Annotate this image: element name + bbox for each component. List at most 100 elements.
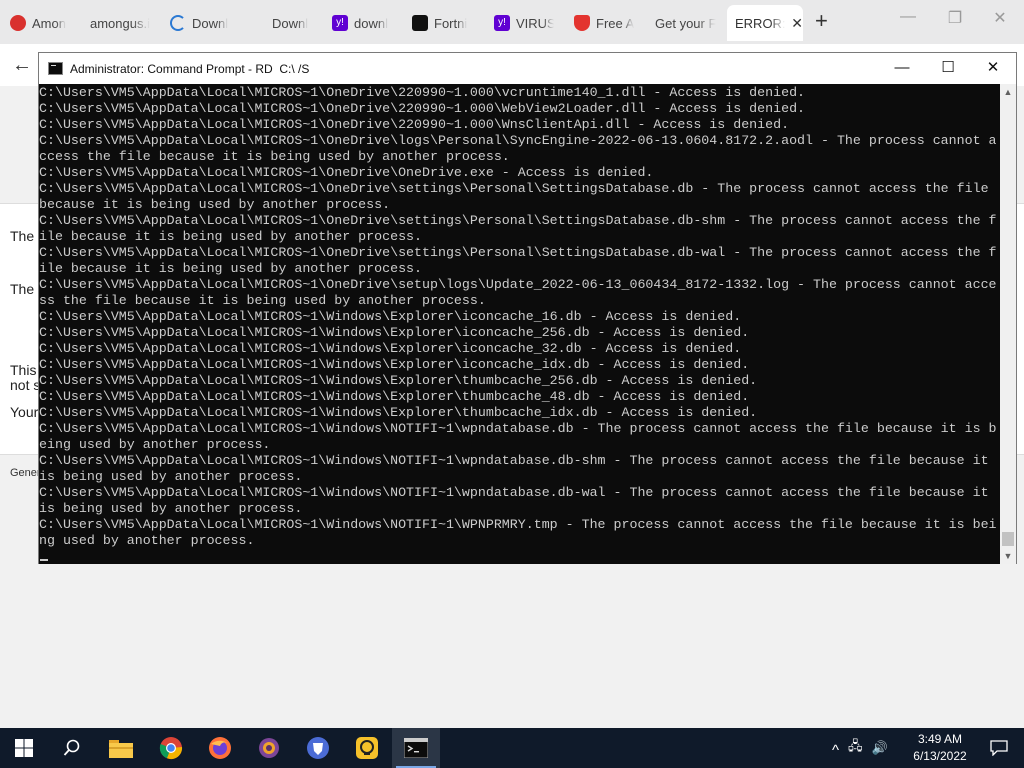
- console-line: C:\Users\VM5\AppData\Local\MICROS~1\Wind…: [39, 485, 989, 500]
- console-line: ile because it is being used by another …: [39, 229, 423, 244]
- volume-icon[interactable]: 🔊: [872, 740, 888, 756]
- taskbar-remote-app[interactable]: [343, 728, 391, 768]
- console-line: C:\Users\VM5\AppData\Local\MICROS~1\Wind…: [39, 309, 742, 324]
- taskbar: ^ 🖧 🔊 3:49 AM 6/13/2022: [0, 728, 1024, 768]
- browser-tab[interactable]: y! downl: [332, 5, 394, 41]
- scroll-up-icon[interactable]: ▲: [1000, 84, 1016, 100]
- console-line: C:\Users\VM5\AppData\Local\MICROS~1\OneD…: [39, 101, 806, 116]
- show-hidden-icons-chevron-icon[interactable]: ^: [832, 742, 839, 759]
- taskbar-tor[interactable]: [245, 728, 293, 768]
- console-line: ss the file because it is being used by …: [39, 293, 486, 308]
- page-text: This: [10, 362, 37, 378]
- network-icon[interactable]: 🖧: [848, 737, 863, 759]
- shield-icon: [574, 15, 590, 31]
- browser-tab[interactable]: Fortni: [412, 5, 474, 41]
- browser-tab[interactable]: y! VIRUS: [494, 5, 554, 41]
- console-line: C:\Users\VM5\AppData\Local\MICROS~1\Wind…: [39, 453, 989, 468]
- brave-icon: [307, 737, 329, 759]
- console-line: C:\Users\VM5\AppData\Local\MICROS~1\Wind…: [39, 405, 758, 420]
- browser-tab-strip: Amon amongus.i Downl Downl y! downl Fort…: [0, 0, 1024, 44]
- search-icon: [63, 739, 80, 756]
- console-line: C:\Users\VM5\AppData\Local\MICROS~1\Wind…: [39, 357, 750, 372]
- taskbar-firefox[interactable]: [196, 728, 244, 768]
- yahoo-icon: y!: [494, 15, 510, 31]
- browser-tab[interactable]: Free A: [574, 5, 636, 41]
- search-button[interactable]: [48, 728, 96, 768]
- console-line: C:\Users\VM5\AppData\Local\MICROS~1\Wind…: [39, 517, 997, 532]
- console-line: C:\Users\VM5\AppData\Local\MICROS~1\Wind…: [39, 373, 758, 388]
- console-line: because it is being used by another proc…: [39, 197, 391, 212]
- console-line: C:\Users\VM5\AppData\Local\MICROS~1\Wind…: [39, 421, 997, 436]
- taskbar-brave[interactable]: [294, 728, 342, 768]
- console-line: eing used by another process.: [39, 437, 271, 452]
- console-line: ng used by another process.: [39, 533, 255, 548]
- browser-tab[interactable]: Amon: [10, 5, 80, 41]
- text-cursor: [40, 559, 48, 561]
- console-line: ccess the file because it is being used …: [39, 149, 510, 164]
- terminal-icon: [48, 62, 63, 75]
- close-tab-icon[interactable]: ✕: [791, 15, 803, 32]
- loading-icon: [170, 15, 186, 31]
- console-line: C:\Users\VM5\AppData\Local\MICROS~1\OneD…: [39, 85, 806, 100]
- firefox-icon: [209, 737, 231, 759]
- terminal-icon: [404, 738, 428, 758]
- taskbar-chrome[interactable]: [147, 728, 195, 768]
- taskbar-file-explorer[interactable]: [97, 728, 145, 768]
- console-line: C:\Users\VM5\AppData\Local\MICROS~1\Wind…: [39, 389, 750, 404]
- browser-close-button[interactable]: ✕: [982, 8, 1018, 28]
- page-text: The: [10, 281, 35, 297]
- cmd-maximize-button[interactable]: ☐: [925, 53, 971, 84]
- browser-minimize-button[interactable]: —: [890, 8, 926, 26]
- console-line: C:\Users\VM5\AppData\Local\MICROS~1\OneD…: [39, 117, 790, 132]
- cmd-window-title: Administrator: Command Prompt - RD C:\ /…: [70, 61, 310, 76]
- amongus-icon: [10, 15, 26, 31]
- cmd-console-output[interactable]: C:\Users\VM5\AppData\Local\MICROS~1\OneD…: [39, 84, 1000, 564]
- scrollbar-thumb[interactable]: [1002, 532, 1014, 546]
- page-footer-text: Gener: [10, 467, 41, 479]
- console-line: C:\Users\VM5\AppData\Local\MICROS~1\OneD…: [39, 165, 654, 180]
- clock-date: 6/13/2022: [913, 749, 967, 763]
- console-line: C:\Users\VM5\AppData\Local\MICROS~1\Wind…: [39, 341, 742, 356]
- cmd-scrollbar[interactable]: ▲ ▼: [1000, 84, 1016, 564]
- remote-icon: [356, 737, 378, 759]
- page-text: not s: [10, 377, 41, 393]
- cmd-title-bar[interactable]: Administrator: Command Prompt - RD C:\ /…: [39, 53, 1016, 84]
- cmd-close-button[interactable]: ✕: [970, 53, 1016, 84]
- browser-restore-button[interactable]: ❐: [937, 8, 973, 28]
- chrome-icon: [159, 737, 183, 760]
- console-lines: C:\Users\VM5\AppData\Local\MICROS~1\OneD…: [39, 85, 1000, 549]
- console-line: C:\Users\VM5\AppData\Local\MICROS~1\OneD…: [39, 181, 989, 196]
- console-line: C:\Users\VM5\AppData\Local\MICROS~1\Wind…: [39, 325, 750, 340]
- epic-icon: [412, 15, 428, 31]
- browser-tab[interactable]: Get your F: [655, 5, 717, 41]
- console-line: C:\Users\VM5\AppData\Local\MICROS~1\OneD…: [39, 133, 997, 148]
- console-line: ile because it is being used by another …: [39, 261, 423, 276]
- new-tab-button[interactable]: +: [815, 10, 828, 32]
- console-line: is being used by another process.: [39, 501, 303, 516]
- console-line: is being used by another process.: [39, 469, 303, 484]
- console-line: C:\Users\VM5\AppData\Local\MICROS~1\OneD…: [39, 245, 997, 260]
- notification-icon: [990, 740, 1008, 756]
- browser-tab[interactable]: Downl: [170, 5, 236, 41]
- console-line: C:\Users\VM5\AppData\Local\MICROS~1\OneD…: [39, 213, 997, 228]
- cmd-minimize-button[interactable]: —: [879, 53, 925, 84]
- file-explorer-icon: [109, 740, 133, 758]
- back-arrow-icon[interactable]: ←: [12, 54, 32, 77]
- start-button[interactable]: [0, 728, 48, 768]
- taskbar-clock[interactable]: 3:49 AM 6/13/2022: [906, 731, 974, 765]
- yahoo-icon: y!: [332, 15, 348, 31]
- scroll-down-icon[interactable]: ▼: [1000, 548, 1016, 564]
- browser-tab[interactable]: Downl: [272, 5, 332, 41]
- console-line: C:\Users\VM5\AppData\Local\MICROS~1\OneD…: [39, 277, 997, 292]
- tor-icon: [259, 738, 279, 758]
- command-prompt-window[interactable]: Administrator: Command Prompt - RD C:\ /…: [38, 52, 1017, 564]
- browser-tab[interactable]: amongus.i: [90, 5, 160, 41]
- page-text: The: [10, 228, 35, 244]
- windows-start-icon: [15, 739, 33, 757]
- page-text: Your: [10, 404, 39, 420]
- notifications-button[interactable]: [975, 728, 1023, 768]
- system-tray: ^ 🖧 🔊: [832, 728, 897, 768]
- taskbar-command-prompt[interactable]: [392, 728, 440, 768]
- browser-tab-active[interactable]: ERROR: ✕: [727, 5, 803, 41]
- clock-time: 3:49 AM: [917, 732, 963, 746]
